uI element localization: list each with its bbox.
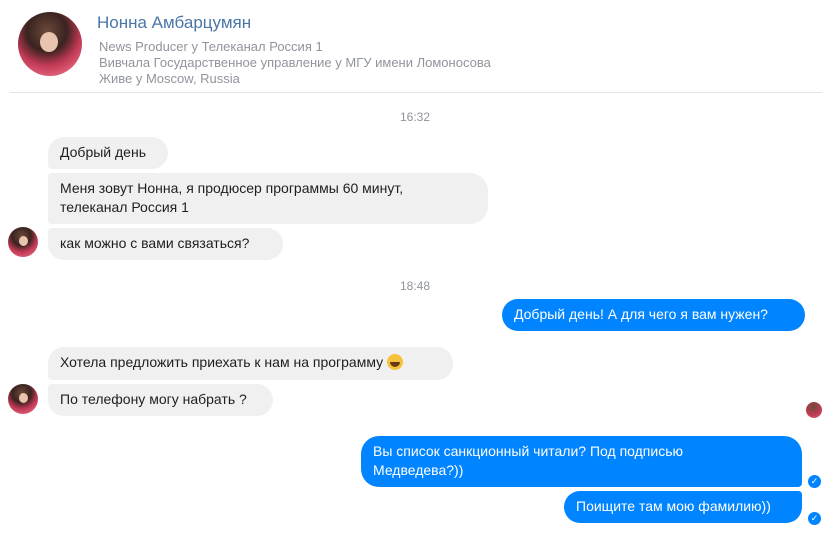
timestamp: 16:32: [399, 110, 431, 124]
seen-avatar-icon: [806, 402, 822, 418]
message-text: Добрый день: [60, 144, 146, 160]
contact-job: News Producer у Телеканал Россия 1: [99, 39, 323, 54]
delivered-check-icon: ✓: [808, 475, 821, 488]
message-bubble[interactable]: как можно с вами связаться?: [48, 228, 283, 260]
message-bubble[interactable]: Меня зовут Нонна, я продюсер программы 6…: [48, 173, 488, 224]
contact-avatar[interactable]: [18, 12, 82, 76]
message-bubble[interactable]: Вы список санкционный читали? Под подпис…: [361, 436, 802, 487]
message-text: Хотела предложить приехать к нам на прог…: [60, 354, 384, 370]
message-text-line: телеканал Россия 1: [60, 199, 189, 215]
grinning-face-emoji: [387, 354, 404, 370]
timestamp: 18:48: [399, 279, 431, 293]
message-text-line: Медведева?)): [373, 462, 464, 478]
contact-avatar-small[interactable]: [8, 384, 38, 414]
message-text: Поищите там мою фамилию)): [576, 498, 771, 514]
contact-avatar-small[interactable]: [8, 227, 38, 257]
contact-name[interactable]: Нонна Амбарцумян: [97, 13, 251, 33]
contact-education: Вивчала Государственное управление у МГУ…: [99, 55, 491, 70]
header-divider: [10, 92, 822, 93]
message-bubble[interactable]: Поищите там мою фамилию)): [564, 491, 802, 523]
message-bubble[interactable]: По телефону могу набрать ?: [48, 384, 273, 416]
message-bubble[interactable]: Добрый день: [48, 137, 168, 169]
message-text: По телефону могу набрать ?: [60, 391, 247, 407]
message-text: Добрый день! А для чего я вам нужен?: [514, 306, 768, 322]
message-text-line: Меня зовут Нонна, я продюсер программы 6…: [60, 180, 404, 196]
contact-location: Живе у Moscow, Russia: [99, 71, 240, 86]
message-text-line: Вы список санкционный читали? Под подпис…: [373, 443, 683, 459]
delivered-check-icon: ✓: [808, 512, 821, 525]
message-bubble[interactable]: Добрый день! А для чего я вам нужен?: [502, 299, 805, 331]
message-bubble[interactable]: Хотела предложить приехать к нам на прог…: [48, 347, 453, 380]
message-text: как можно с вами связаться?: [60, 235, 250, 251]
